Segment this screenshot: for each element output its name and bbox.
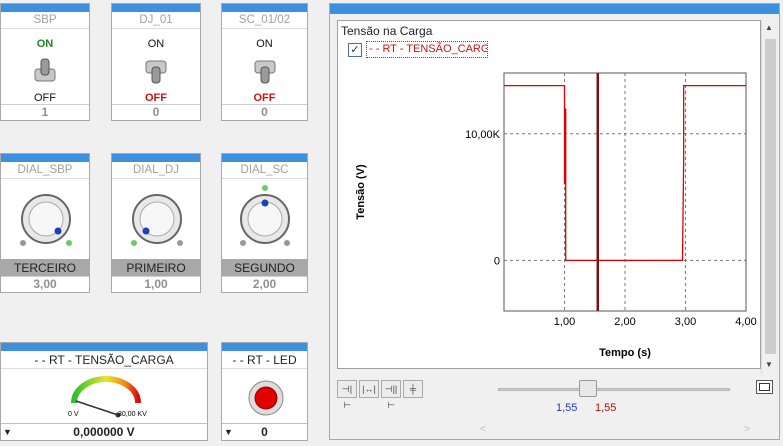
- on-label: ON: [147, 38, 165, 50]
- meter-title: - - RT - TENSÃO_CARGA: [1, 351, 207, 369]
- dial-value: 3,00: [1, 276, 89, 292]
- dial-name: DIAL_SC: [222, 162, 307, 179]
- dial-name: DIAL_DJ: [112, 162, 200, 179]
- panel-header-bar: [112, 4, 200, 12]
- led-title: - - RT - LED: [222, 351, 307, 369]
- toggle-value: 0: [112, 104, 200, 120]
- led-value: 0: [261, 425, 268, 439]
- x-tick-label: 4,00: [735, 316, 756, 328]
- x-tick-label: 1,00: [554, 316, 575, 328]
- cursor-right-value: 1,55: [595, 402, 617, 414]
- panel-header-bar: [1, 343, 207, 351]
- dial-position-label: TERCEIRO: [1, 259, 89, 277]
- toggle-name: SC_01/02: [222, 12, 307, 29]
- zoom-in-x-button[interactable]: ⊣|⊢: [337, 380, 357, 410]
- gauge-needle: [75, 400, 119, 416]
- toggle-value: 1: [1, 104, 89, 120]
- panel-header-bar: [1, 154, 89, 162]
- toggle-name: SBP: [1, 12, 89, 29]
- scroll-up-icon[interactable]: ▲: [765, 23, 773, 32]
- toggle-panel-sc0102: SC_01/02 ON OFF 0: [221, 3, 308, 121]
- led-display[interactable]: ▼ 0: [222, 423, 307, 440]
- meter-panel: - - RT - TENSÃO_CARGA 0 V 30,00 KV ▼ 0,0…: [0, 342, 208, 441]
- dial-value: 1,00: [112, 276, 200, 292]
- dial-panel-dj: DIAL_DJ PRIMEIRO 1,00: [111, 153, 201, 293]
- cursor-left-value: 1,55: [556, 402, 578, 414]
- dial-value: 2,00: [222, 276, 307, 292]
- panel-header-bar: [112, 154, 200, 162]
- maximize-icon[interactable]: [756, 380, 773, 394]
- y-axis-label: Tensão (V): [355, 164, 367, 220]
- dial-name: DIAL_SBP: [1, 162, 89, 179]
- toggle-switch-icon[interactable]: [253, 56, 277, 86]
- scroll-down-icon[interactable]: ▼: [765, 360, 773, 369]
- led-indicator-icon: [248, 380, 284, 416]
- line-chart[interactable]: 1,00 2,00 3,00 4,00 0 10,00K Tempo (s) Tensão (…: [338, 21, 762, 370]
- toggle-name: DJ_01: [112, 12, 200, 29]
- toggle-panel-dj01: DJ_01 ON OFF 0: [111, 3, 201, 121]
- x-tick-label: 3,00: [675, 316, 696, 328]
- scroll-right-icon[interactable]: >: [744, 424, 750, 435]
- x-tick-label: 2,00: [614, 316, 635, 328]
- bottom-scrollbar[interactable]: < >: [480, 424, 750, 438]
- off-label: OFF: [34, 92, 56, 104]
- led-panel: - - RT - LED ▼ 0: [221, 342, 308, 441]
- vertical-scrollbar[interactable]: ▲ ▼: [761, 20, 778, 375]
- dial-position-label: SEGUNDO: [222, 259, 307, 277]
- on-label: ON: [36, 38, 54, 50]
- rotary-knob-icon[interactable]: [10, 182, 80, 254]
- x-axis-label: Tempo (s): [599, 347, 651, 359]
- scroll-left-icon[interactable]: <: [480, 424, 486, 435]
- scroll-thumb[interactable]: [765, 39, 776, 354]
- chevron-down-icon[interactable]: ▼: [3, 424, 12, 440]
- panel-header-bar: [330, 4, 779, 14]
- cursor-slider-thumb[interactable]: [579, 380, 597, 397]
- gauge-max-label: 30,00 KV: [118, 411, 147, 418]
- rotary-knob-icon[interactable]: [230, 182, 300, 254]
- dial-panel-sc: DIAL_SC SEGUNDO 2,00: [221, 153, 308, 293]
- panel-header-bar: [1, 4, 89, 12]
- plot-frame: [503, 72, 747, 312]
- off-label: OFF: [145, 92, 167, 104]
- chart-panel: Tensão na Carga ✓ - - RT - TENSÃO_CARG 1…: [329, 3, 780, 440]
- off-label: OFF: [253, 92, 276, 104]
- meter-value: 0,000000 V: [73, 425, 135, 439]
- cursor-slider-track[interactable]: [498, 388, 730, 391]
- y-tick-label: 10,00K: [465, 129, 501, 141]
- panel-header-bar: [222, 343, 307, 351]
- rotary-knob-icon[interactable]: [121, 182, 191, 254]
- chevron-down-icon[interactable]: ▼: [224, 424, 233, 440]
- panel-header-bar: [222, 154, 307, 162]
- toggle-switch-icon[interactable]: [144, 56, 168, 86]
- chart-area: Tensão na Carga ✓ - - RT - TENSÃO_CARG 1…: [337, 20, 761, 369]
- cursor-pair-button[interactable]: ⊣||⊢: [381, 380, 401, 410]
- zoom-out-x-button[interactable]: |↔|: [359, 380, 379, 398]
- dial-panel-sbp: DIAL_SBP TERCEIRO 3,00: [0, 153, 90, 293]
- toggle-value: 0: [222, 104, 307, 120]
- dial-position-label: PRIMEIRO: [112, 259, 200, 277]
- toggle-switch-icon[interactable]: [33, 56, 57, 86]
- cursor-lock-button[interactable]: ╪: [403, 380, 423, 398]
- toggle-panel-sbp: SBP ON OFF 1: [0, 3, 90, 121]
- horizontal-scrollbar[interactable]: [337, 369, 761, 375]
- meter-display[interactable]: ▼ 0,000000 V: [1, 423, 207, 440]
- gauge-min-label: 0 V: [68, 411, 79, 418]
- y-tick-label: 0: [494, 255, 500, 267]
- on-label: ON: [256, 38, 273, 50]
- panel-header-bar: [222, 4, 307, 12]
- analog-gauge: 0 V 30,00 KV: [68, 376, 147, 418]
